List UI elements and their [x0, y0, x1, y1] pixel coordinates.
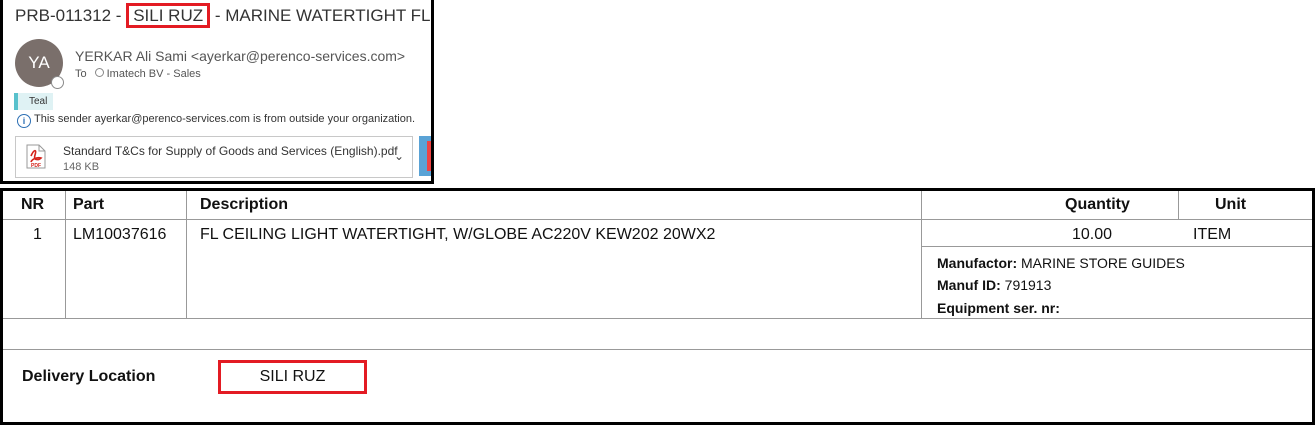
column-header-part: Part — [73, 196, 105, 213]
divider — [186, 191, 187, 318]
presence-status-icon — [51, 76, 64, 89]
row-nr: 1 — [33, 226, 42, 243]
category-tag[interactable]: Teal — [14, 93, 54, 110]
external-notice-text: This sender ayerkar@perenco-services.com… — [34, 113, 416, 125]
pdf-file-icon: PDF — [26, 144, 46, 169]
manuf-id-value: 791913 — [1004, 277, 1052, 293]
equipment-line: Equipment ser. nr: — [937, 300, 1060, 316]
delivery-location-label: Delivery Location — [22, 368, 156, 385]
subject-suffix: - MARINE WATERTIGHT FL — [210, 6, 431, 25]
row-unit: ITEM — [1193, 226, 1232, 243]
manuf-id-line: Manuf ID: 791913 — [937, 277, 1051, 293]
column-header-description: Description — [200, 196, 289, 213]
column-header-quantity: Quantity — [1065, 196, 1130, 213]
purchase-request-form: NR Part Description Quantity Unit 1 LM10… — [0, 188, 1315, 425]
subject-prefix: PRB-011312 - — [15, 6, 127, 25]
delivery-location-value: SILI RUZ — [218, 360, 367, 394]
divider — [65, 191, 66, 318]
next-attachment-icon — [427, 141, 431, 171]
equipment-label: Equipment ser. nr: — [937, 300, 1060, 316]
manufactor-value: MARINE STORE GUIDES — [1021, 255, 1185, 271]
chevron-down-icon[interactable]: ⌄ — [394, 149, 404, 163]
column-header-unit: Unit — [1215, 196, 1247, 213]
row-description: FL CEILING LIGHT WATERTIGHT, W/GLOBE AC2… — [200, 226, 716, 243]
email-subject: PRB-011312 - SILI RUZ - MARINE WATERTIGH… — [15, 3, 431, 28]
column-header-nr: NR — [21, 196, 45, 213]
divider — [1178, 191, 1179, 219]
email-preview-panel: PRB-011312 - SILI RUZ - MARINE WATERTIGH… — [0, 0, 434, 184]
row-part: LM10037616 — [73, 226, 167, 243]
divider — [921, 246, 1312, 247]
manufactor-line: Manufactor: MARINE STORE GUIDES — [937, 255, 1185, 271]
external-sender-notice: i This sender ayerkar@perenco-services.co… — [17, 113, 415, 128]
row-quantity: 10.00 — [1072, 226, 1113, 243]
divider — [3, 318, 1312, 319]
divider — [3, 219, 1312, 220]
attachment-size: 148 KB — [63, 161, 100, 173]
manuf-id-label: Manuf ID: — [937, 277, 1001, 293]
divider — [3, 349, 1312, 350]
recipient-line: To Imatech BV - Sales — [75, 68, 201, 80]
divider — [921, 191, 922, 318]
recipient-name[interactable]: Imatech BV - Sales — [107, 68, 201, 80]
pdf-icon-label: PDF — [31, 163, 41, 169]
info-icon: i — [17, 114, 31, 128]
subject-highlight: SILI RUZ — [126, 3, 211, 28]
sender-line[interactable]: YERKAR Ali Sami <ayerkar@perenco-service… — [75, 48, 405, 64]
to-label: To — [75, 68, 87, 80]
manufactor-label: Manufactor: — [937, 255, 1018, 271]
attachment-card[interactable]: PDF Standard T&Cs for Supply of Goods an… — [15, 136, 413, 178]
avatar-initials: YA — [28, 53, 50, 72]
attachment-name: Standard T&Cs for Supply of Goods and Se… — [63, 144, 398, 158]
recipient-presence-icon — [94, 68, 104, 77]
